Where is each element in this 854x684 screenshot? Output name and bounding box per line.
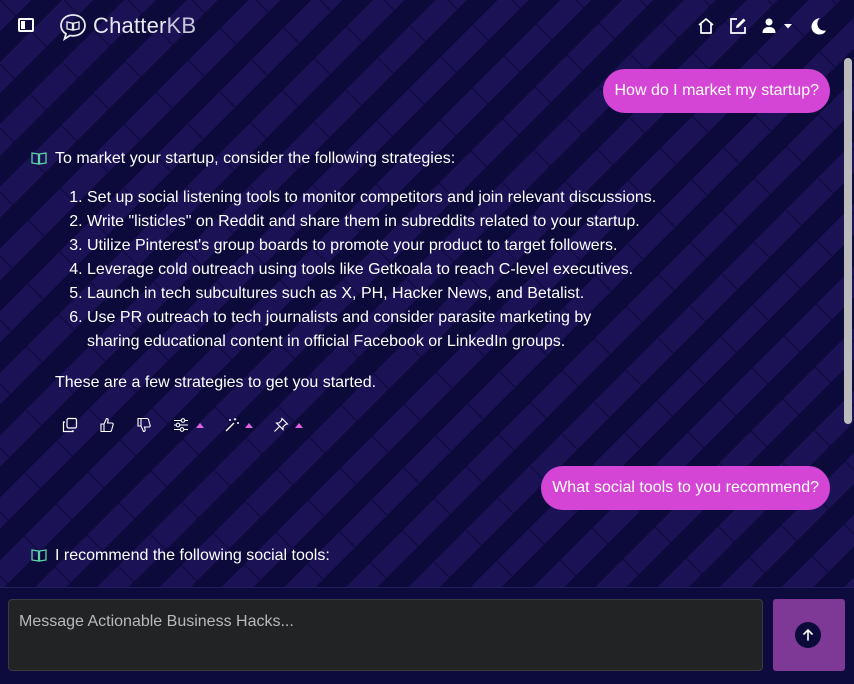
message-input[interactable] xyxy=(8,599,763,671)
list-item: Write "listicles" on Reddit and share th… xyxy=(87,210,687,234)
sliders-icon[interactable] xyxy=(173,417,189,433)
composer-bar xyxy=(0,587,854,684)
scrollbar-thumb[interactable] xyxy=(844,58,852,424)
magic-wand-icon[interactable] xyxy=(224,417,240,433)
thumbs-up-icon[interactable] xyxy=(99,417,115,433)
moon-icon[interactable] xyxy=(808,16,828,36)
list-item: Set up social listening tools to monitor… xyxy=(87,186,687,210)
list-item: Leverage cold outreach using tools like … xyxy=(87,258,687,282)
edit-icon[interactable] xyxy=(728,16,748,36)
sidebar-toggle-icon[interactable] xyxy=(18,18,34,32)
app-title-main: Chatter xyxy=(93,13,167,38)
assistant-outro: These are a few strategies to get you st… xyxy=(55,374,377,391)
assistant-intro: To market your startup, consider the fol… xyxy=(55,150,456,167)
top-bar: ChatterKB xyxy=(0,0,854,54)
wand-caret-icon[interactable] xyxy=(245,423,253,428)
user-message-bubble: How do I market my startup? xyxy=(603,69,830,113)
app-title-suffix: KB xyxy=(166,13,197,38)
arrow-up-icon xyxy=(803,629,813,641)
sliders-caret-icon[interactable] xyxy=(196,423,204,428)
list-item: Launch in tech subcultures such as X, PH… xyxy=(87,282,687,306)
thumbs-down-icon[interactable] xyxy=(136,417,152,433)
list-item: Utilize Pinterest's group boards to prom… xyxy=(87,234,687,258)
book-icon xyxy=(31,152,47,165)
list-item: Use PR outreach to tech journalists and … xyxy=(87,306,647,354)
book-icon xyxy=(31,549,47,562)
chat-book-logo-icon xyxy=(60,14,86,42)
pin-icon[interactable] xyxy=(273,417,289,433)
chevron-down-icon[interactable] xyxy=(782,16,794,36)
assistant-strategy-list: Set up social listening tools to monitor… xyxy=(55,186,687,354)
pin-caret-icon[interactable] xyxy=(295,423,303,428)
copy-icon[interactable] xyxy=(62,417,78,433)
app-title: ChatterKB xyxy=(93,13,196,39)
assistant-intro: I recommend the following social tools: xyxy=(55,547,330,564)
user-icon[interactable] xyxy=(760,16,780,36)
send-button[interactable] xyxy=(773,599,845,671)
user-message-bubble: What social tools to you recommend? xyxy=(541,466,830,510)
home-icon[interactable] xyxy=(696,16,716,36)
